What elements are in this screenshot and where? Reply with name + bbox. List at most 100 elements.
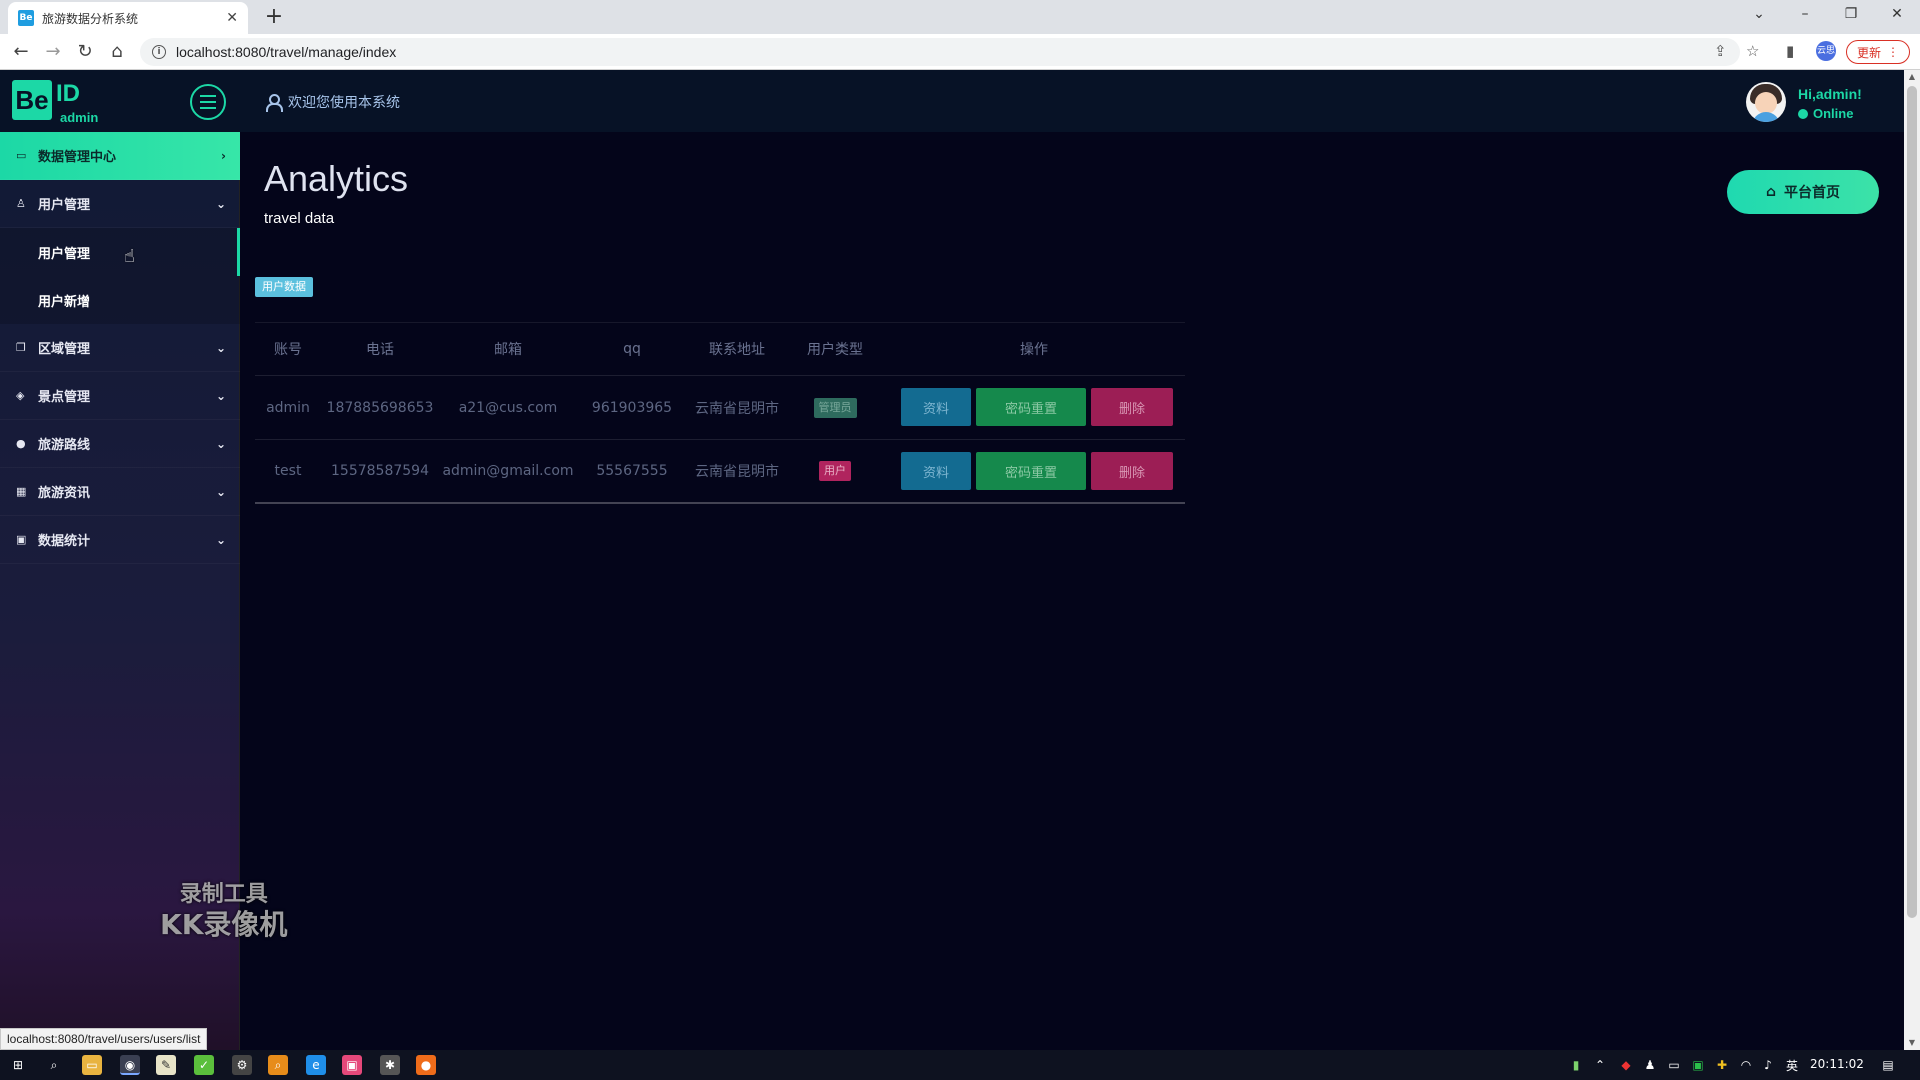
windows-taskbar: ⊞ ⌕ ▭ ◉ ✎ ✓ ⚙ ⌕ e ▣ ✱ ● ▮ ⌃ ◆ ♟ ▭ ▣ ✚ ◠ …	[0, 1050, 1920, 1080]
bookmark-star-icon[interactable]: ☆	[1746, 42, 1759, 60]
delete-button[interactable]: 删除	[1091, 452, 1173, 490]
sidebar-item-news[interactable]: ▦ 旅游资讯 ⌄	[0, 468, 240, 516]
welcome-text: 欢迎您使用本系统	[288, 95, 400, 111]
search-tool-icon[interactable]: ⌕	[268, 1055, 288, 1075]
column-header: 联系地址	[709, 341, 765, 358]
monitor-icon: ▭	[16, 149, 27, 162]
menu-toggle-icon[interactable]	[190, 84, 226, 120]
cell-address: 云南省昆明市	[695, 400, 779, 417]
user-icon	[266, 94, 283, 112]
url-field[interactable]: i localhost:8080/travel/manage/index	[140, 38, 1740, 66]
scroll-up-icon[interactable]: ▲	[1904, 70, 1920, 84]
extension-icon[interactable]: 云思	[1816, 41, 1836, 61]
minimize-button[interactable]: –	[1782, 0, 1828, 30]
sidebar-item-statistics[interactable]: ▣ 数据统计 ⌄	[0, 516, 240, 564]
battery-icon[interactable]: ▮	[1566, 1055, 1586, 1075]
image-icon: ▣	[16, 533, 27, 546]
browser-icon[interactable]: e	[306, 1055, 326, 1075]
welcome-message: 欢迎您使用本系统	[266, 92, 400, 112]
app-tray-icon[interactable]: ▣	[1688, 1055, 1708, 1075]
sidebar-item-user-management[interactable]: ♙ 用户管理 ⌄	[0, 180, 240, 228]
table-header: 账号 电话 邮箱 qq 联系地址 用户类型 操作	[255, 322, 1185, 376]
sidebar-item-scenic[interactable]: ◈ 景点管理 ⌄	[0, 372, 240, 420]
plus-tray-icon[interactable]: ✚	[1712, 1055, 1732, 1075]
chrome-icon[interactable]: ◉	[120, 1055, 140, 1075]
gear-icon[interactable]: ✱	[380, 1055, 400, 1075]
home-icon[interactable]: ⌂	[104, 40, 130, 66]
avatar[interactable]	[1746, 82, 1786, 122]
side-panel-icon[interactable]: ▮	[1786, 42, 1794, 60]
hand-cursor-icon: ☝	[124, 246, 135, 267]
update-button[interactable]: 更新 ⋮	[1846, 40, 1910, 64]
column-header: 邮箱	[494, 341, 522, 358]
qq-icon[interactable]: ♟	[1640, 1055, 1660, 1075]
restore-button[interactable]: ❐	[1828, 0, 1874, 30]
notification-icon[interactable]: ▤	[1878, 1055, 1898, 1075]
favicon-icon: Be	[18, 10, 34, 26]
recorder-icon[interactable]: ●	[416, 1055, 436, 1075]
security-icon[interactable]: ◆	[1616, 1055, 1636, 1075]
new-tab-button[interactable]: +	[260, 4, 288, 32]
logo-id: ID	[56, 80, 80, 107]
sidebar-item-label: 用户管理	[38, 198, 91, 213]
back-icon[interactable]: ←	[8, 40, 34, 66]
copy-icon: ❐	[16, 341, 26, 354]
close-window-button[interactable]: ✕	[1874, 0, 1920, 30]
more-menu-icon: ⋮	[1887, 45, 1899, 59]
page-scrollbar[interactable]: ▲ ▼	[1904, 70, 1920, 1050]
info-button[interactable]: 资料	[901, 388, 971, 426]
delete-button[interactable]: 删除	[1091, 388, 1173, 426]
sidebar-subitem-label: 用户管理	[38, 246, 91, 262]
browser-tab[interactable]: Be 旅游数据分析系统 ✕	[8, 2, 248, 34]
page-title: Analytics	[264, 158, 409, 199]
sidebar-item-region[interactable]: ❐ 区域管理 ⌄	[0, 324, 240, 372]
cell-email: admin@gmail.com	[442, 463, 574, 479]
forward-icon[interactable]: →	[40, 40, 66, 66]
network-device-icon[interactable]: ▭	[1664, 1055, 1684, 1075]
sidebar-item-routes[interactable]: ● 旅游路线 ⌄	[0, 420, 240, 468]
settings-icon[interactable]: ⚙	[232, 1055, 252, 1075]
app-icon[interactable]: ✓	[194, 1055, 214, 1075]
volume-icon[interactable]: ♪	[1758, 1055, 1778, 1075]
wifi-icon[interactable]: ◠	[1736, 1055, 1756, 1075]
scroll-down-icon[interactable]: ▼	[1904, 1036, 1920, 1050]
online-status: Online	[1798, 106, 1853, 121]
chevron-right-icon: ›	[221, 148, 226, 163]
sidebar-item-label: 数据管理中心	[38, 150, 117, 165]
start-icon[interactable]: ⊞	[8, 1055, 28, 1075]
address-bar-row: ← → ↻ ⌂ i localhost:8080/travel/manage/i…	[0, 34, 1920, 70]
sidebar-subitem-user-list[interactable]: 用户管理	[0, 228, 240, 276]
reload-icon[interactable]: ↻	[72, 40, 98, 66]
close-tab-icon[interactable]: ✕	[226, 10, 238, 26]
sidebar-item-data-center[interactable]: ▭ 数据管理中心 ›	[0, 132, 240, 180]
clock[interactable]: 20:11:02	[1810, 1057, 1864, 1071]
info-button[interactable]: 资料	[901, 452, 971, 490]
greeting: Hi,admin!	[1798, 86, 1862, 102]
ime-indicator[interactable]: 英	[1786, 1057, 1798, 1074]
notepad-icon[interactable]: ✎	[156, 1055, 176, 1075]
search-icon[interactable]: ⌕	[44, 1055, 64, 1075]
site-info-icon[interactable]: i	[152, 45, 166, 59]
photo-icon[interactable]: ▣	[342, 1055, 362, 1075]
reset-password-button[interactable]: 密码重置	[976, 388, 1086, 426]
file-explorer-icon[interactable]: ▭	[82, 1055, 102, 1075]
chevron-down-icon: ⌄	[215, 340, 226, 355]
cell-qq: 961903965	[591, 399, 673, 416]
grid-icon: ▦	[16, 485, 27, 498]
user-type-badge: 用户	[819, 461, 851, 481]
online-label: Online	[1813, 106, 1854, 121]
recorder-watermark: 录制工具 KK录像机	[160, 882, 287, 942]
reset-password-button[interactable]: 密码重置	[976, 452, 1086, 490]
circle-icon: ●	[16, 437, 26, 450]
tab-search-icon[interactable]: ⌄	[1736, 0, 1782, 30]
platform-home-button[interactable]: ⌂ 平台首页	[1727, 170, 1879, 214]
scroll-thumb[interactable]	[1907, 86, 1917, 918]
sidebar-subitem-user-add[interactable]: 用户新增	[0, 276, 240, 324]
cell-qq: 55567555	[596, 463, 668, 479]
column-header: qq	[623, 340, 641, 357]
user-icon: ♙	[16, 197, 26, 210]
tray-up-icon[interactable]: ⌃	[1590, 1055, 1610, 1075]
logo[interactable]: Be ID admin	[12, 80, 98, 125]
share-icon[interactable]: ⇪	[1714, 42, 1727, 60]
user-type-badge: 管理员	[813, 397, 857, 418]
